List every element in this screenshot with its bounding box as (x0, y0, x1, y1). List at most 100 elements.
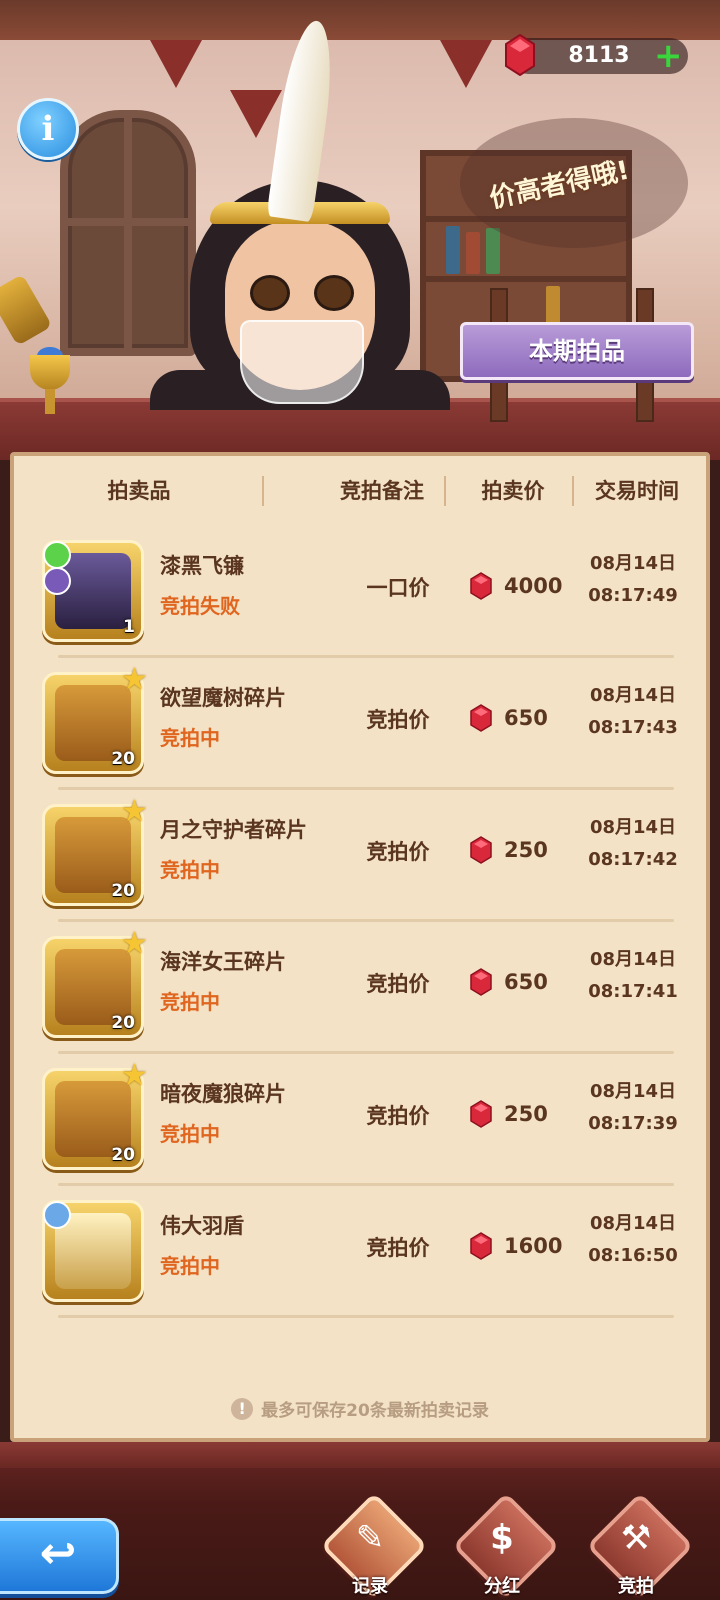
auction-record-row[interactable]: ★ 20 暗夜魔狼碎片 竞拍中 竞拍价 250 08月14日 08:17:39 (38, 1054, 678, 1186)
tab-bid-label: 竞拍 (618, 1576, 654, 1597)
auction-record-row[interactable]: 伟大羽盾竞拍中 竞拍价 1600 08月14日 08:16:50 (38, 1186, 678, 1318)
bid-status: 竞拍中 (160, 990, 220, 1014)
item-thumbnail[interactable]: ★ 20 (42, 929, 148, 1038)
trade-time: 08月14日 08:17:39 (578, 1076, 688, 1140)
trade-date: 08月14日 (589, 1213, 677, 1234)
trade-clock: 08:17:41 (588, 981, 678, 1002)
item-name: 月之守护者碎片 (160, 818, 307, 842)
ruby-gem-icon (470, 836, 492, 864)
bid-note: 竞拍价 (366, 708, 430, 732)
add-gems-button[interactable]: + (654, 39, 683, 73)
bid-note: 竞拍价 (366, 1104, 430, 1128)
telescope-icon (0, 274, 53, 346)
goblet-icon (25, 347, 75, 425)
speech-text: 价高者得哦! (486, 155, 632, 215)
tab-dividends-label: 分红 (484, 1576, 520, 1597)
item-count: 20 (111, 881, 135, 901)
ruby-gem-icon (470, 1100, 492, 1128)
trade-date: 08月14日 (589, 817, 677, 838)
item-count: 20 (111, 1145, 135, 1165)
item-thumbnail[interactable] (42, 1200, 144, 1302)
bid-status: 竞拍失败 (160, 594, 240, 618)
current-lots-sign[interactable]: 本期拍品 (460, 288, 694, 422)
back-button[interactable]: ↩ (0, 1518, 119, 1594)
tab-dividends[interactable]: $ 分红 (452, 1492, 560, 1600)
bid-status: 竞拍中 (160, 858, 220, 882)
trade-clock: 08:17:39 (588, 1113, 678, 1134)
price-value: 650 (504, 970, 548, 994)
auction-record-row[interactable]: ★ 20 欲望魔树碎片 竞拍中 竞拍价 650 08月14日 08:17:43 (38, 658, 678, 790)
bid-note: 竞拍价 (366, 1236, 430, 1260)
trade-time: 08月14日 08:17:43 (578, 680, 688, 744)
coin-icon: $ (490, 1518, 514, 1558)
ruby-gem-icon (505, 34, 535, 76)
scroll-icon: ✎ (355, 1518, 385, 1558)
info-button[interactable]: i (17, 98, 79, 160)
bid-note: 竞拍价 (366, 972, 430, 996)
table-header: 拍卖品 竞拍备注 拍卖价 交易时间 (14, 456, 706, 526)
star-icon: ★ (121, 662, 148, 697)
item-name: 海洋女王碎片 (160, 950, 286, 974)
bid-note: 竞拍价 (366, 840, 430, 864)
trade-date: 08月14日 (589, 553, 677, 574)
rarity-badge-icon (43, 541, 71, 569)
item-thumbnail[interactable]: 1 (42, 540, 144, 642)
column-note: 竞拍备注 (340, 479, 424, 503)
pennant-flag (150, 40, 202, 88)
trade-time: 08月14日 08:16:50 (578, 1208, 688, 1272)
tab-bid[interactable]: ⚒ 竞拍 (586, 1492, 694, 1600)
item-count: 20 (111, 1013, 135, 1033)
trade-clock: 08:17:43 (588, 717, 678, 738)
records-limit-text: 最多可保存20条最新拍卖记录 (261, 1401, 489, 1421)
column-price: 拍卖价 (481, 479, 545, 503)
ruby-gem-icon (470, 1232, 492, 1260)
tab-records[interactable]: ✎ 记录 (320, 1492, 428, 1600)
auctioneer-character (150, 17, 450, 410)
info-icon: ! (231, 1397, 254, 1420)
trade-clock: 08:17:49 (588, 585, 678, 606)
trade-clock: 08:17:42 (588, 849, 678, 870)
trade-date: 08月14日 (589, 685, 677, 706)
auction-record-row[interactable]: ★ 20 月之守护者碎片 竞拍中 竞拍价 250 08月14日 08:17:42 (38, 790, 678, 922)
price-value: 250 (504, 1102, 548, 1126)
sign-label: 本期拍品 (529, 337, 625, 365)
trade-time: 08月14日 08:17:49 (578, 548, 688, 612)
item-name: 漆黑飞镰 (160, 554, 244, 578)
bid-status: 竞拍中 (160, 1254, 220, 1278)
gem-amount: 8113 (568, 43, 630, 68)
gavel-icon: ⚒ (620, 1518, 652, 1558)
tab-records-label: 记录 (352, 1576, 388, 1597)
column-time: 交易时间 (595, 479, 679, 503)
ceiling-beam (0, 0, 720, 40)
item-count: 1 (123, 617, 135, 637)
item-thumbnail[interactable]: ★ 20 (42, 1061, 148, 1170)
class-badge-icon (43, 1201, 71, 1229)
price-value: 4000 (504, 574, 563, 598)
class-badge-icon (43, 567, 71, 595)
speech-bubble: 价高者得哦! (460, 118, 688, 248)
auction-record-row[interactable]: ★ 20 海洋女王碎片 竞拍中 竞拍价 650 08月14日 08:17:41 (38, 922, 678, 1054)
trade-clock: 08:16:50 (588, 1245, 678, 1266)
star-icon: ★ (121, 1058, 148, 1093)
item-name: 欲望魔树碎片 (160, 686, 286, 710)
trade-date: 08月14日 (589, 949, 677, 970)
ruby-gem-icon (470, 968, 492, 996)
price-value: 1600 (504, 1234, 563, 1258)
auction-records-panel: 拍卖品 竞拍备注 拍卖价 交易时间 1 漆黑飞镰 竞拍失败 一口价 4000 08月14日… (10, 452, 710, 1442)
item-name: 暗夜魔狼碎片 (160, 1082, 286, 1106)
ruby-gem-icon (470, 704, 492, 732)
auction-record-row[interactable]: 1 漆黑飞镰 竞拍失败 一口价 4000 08月14日 08:17:49 (38, 526, 678, 658)
ruby-gem-icon (470, 572, 492, 600)
item-thumbnail[interactable]: ★ 20 (42, 797, 148, 906)
star-icon: ★ (121, 926, 148, 961)
column-item: 拍卖品 (107, 479, 171, 503)
star-icon: ★ (121, 794, 148, 829)
price-value: 650 (504, 706, 548, 730)
trade-time: 08月14日 08:17:42 (578, 812, 688, 876)
item-name: 伟大羽盾 (160, 1214, 244, 1238)
price-value: 250 (504, 838, 548, 862)
item-thumbnail[interactable]: ★ 20 (42, 665, 148, 774)
trade-date: 08月14日 (589, 1081, 677, 1102)
trade-time: 08月14日 08:17:41 (578, 944, 688, 1008)
pennant-flag (440, 40, 492, 88)
